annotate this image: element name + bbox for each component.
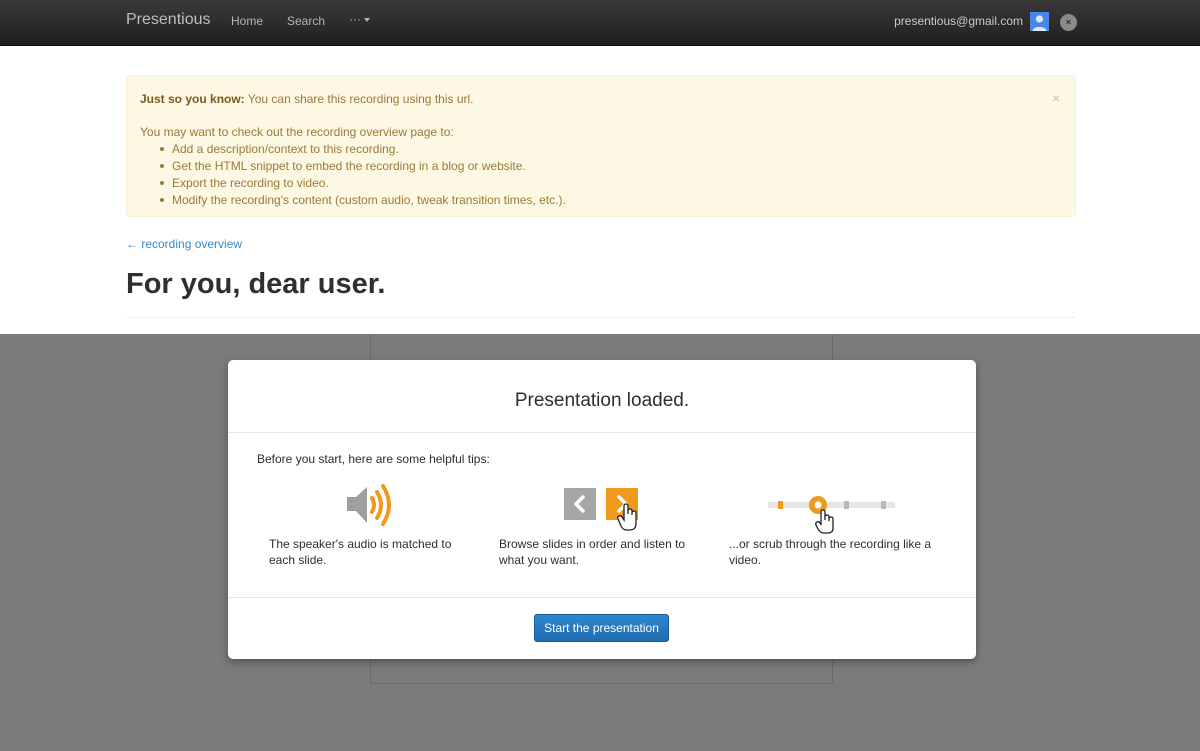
list-item: Get the HTML snippet to embed the record…: [160, 158, 566, 175]
page-title: For you, dear user.: [126, 268, 386, 300]
top-navbar: Presentious Home Search ··· presentious@…: [0, 0, 1200, 46]
divider: [228, 432, 976, 433]
user-email[interactable]: presentious@gmail.com: [894, 14, 1023, 28]
divider: [228, 597, 976, 598]
divider: [126, 317, 1076, 318]
nav-search-link[interactable]: Search: [287, 14, 325, 28]
alert-bold-lead: Just so you know:: [140, 92, 245, 106]
tip-browse-text: Browse slides in order and listen to wha…: [499, 537, 686, 567]
alert-close-icon[interactable]: ×: [1052, 90, 1060, 106]
modal-title: Presentation loaded.: [514, 390, 690, 411]
brand-logo[interactable]: Presentious: [126, 11, 211, 29]
logout-icon[interactable]: ×: [1060, 14, 1077, 31]
speaker-icon: [347, 484, 391, 526]
tip-audio-text: The speaker's audio is matched to each s…: [269, 537, 452, 567]
user-avatar-icon[interactable]: [1030, 12, 1049, 31]
caret-down-icon: [364, 17, 370, 22]
start-presentation-button[interactable]: Start the presentation: [534, 614, 669, 642]
tip-scrub-text: ...or scrub through the recording like a…: [729, 537, 932, 567]
nav-home-link[interactable]: Home: [231, 14, 263, 28]
prev-next-arrows-icon: [564, 488, 638, 531]
recording-overview-link[interactable]: ← recording overview: [126, 237, 242, 251]
nav-more-label: ···: [349, 12, 361, 26]
tips-modal: Presentation loaded. Before you start, h…: [228, 360, 976, 659]
nav-more-dropdown[interactable]: ···: [349, 12, 370, 26]
alert-list: Add a description/context to this record…: [140, 141, 566, 209]
share-info-alert: Just so you know: You can share this rec…: [126, 75, 1076, 217]
alert-first-line: Just so you know: You can share this rec…: [140, 92, 474, 106]
scrubber-icon: [768, 496, 895, 534]
alert-intro: You may want to check out the recording …: [140, 125, 454, 139]
list-item: Modify the recording's content (custom a…: [160, 192, 566, 209]
list-item: Export the recording to video.: [160, 175, 566, 192]
tips-intro: Before you start, here are some helpful …: [257, 452, 490, 466]
alert-message: You can share this recording using this …: [244, 92, 474, 106]
list-item: Add a description/context to this record…: [160, 141, 566, 158]
